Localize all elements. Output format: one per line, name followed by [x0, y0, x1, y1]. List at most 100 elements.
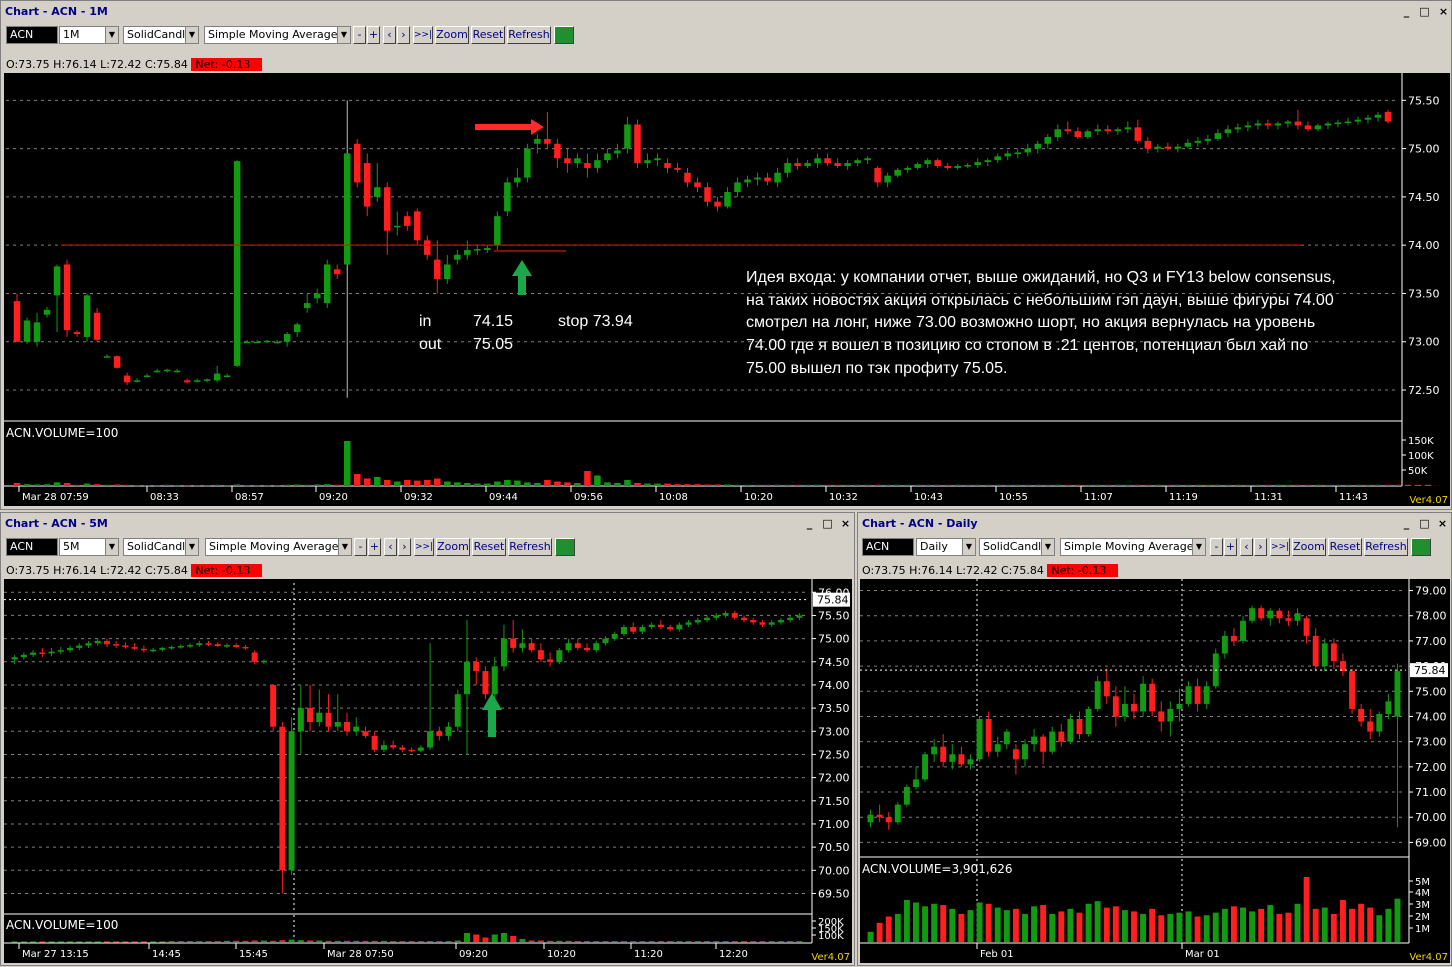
- scroll-end-button[interactable]: >>|: [414, 538, 434, 556]
- open-value: O:73.75: [6, 564, 50, 577]
- dropdown-arrow-icon[interactable]: ▼: [105, 27, 118, 43]
- volume-bar: [67, 941, 74, 943]
- link-icon[interactable]: [1411, 538, 1431, 556]
- volume-bar: [1394, 484, 1402, 486]
- candle-body: [83, 295, 91, 337]
- dropdown-arrow-icon[interactable]: ▼: [1041, 539, 1054, 555]
- candle-body: [1284, 121, 1292, 124]
- candle-body: [1094, 129, 1102, 132]
- candle-body: [1204, 138, 1212, 141]
- candle-body: [316, 712, 323, 723]
- scroll-right-button[interactable]: ›: [398, 538, 411, 556]
- candle-body: [473, 661, 480, 672]
- close-icon[interactable]: ×: [1437, 5, 1450, 18]
- volume-bar: [196, 941, 203, 943]
- volume-bar: [205, 941, 212, 943]
- window-titlebar[interactable]: Chart - ACN - Daily _ □ ×: [858, 513, 1451, 535]
- dropdown-arrow-icon[interactable]: ▼: [1192, 539, 1205, 555]
- indicator-select[interactable]: Simple Moving Average ▼: [1060, 538, 1206, 556]
- candle-body: [39, 652, 46, 655]
- interval-select[interactable]: Daily ▼: [916, 538, 976, 556]
- high-value: H:76.14: [53, 564, 97, 577]
- close-icon[interactable]: ×: [1436, 517, 1449, 530]
- chart-style-select[interactable]: SolidCandle ▼: [123, 538, 199, 556]
- candle-body: [1321, 643, 1328, 667]
- time-tick-label: 10:43: [914, 492, 943, 503]
- scroll-left-button[interactable]: ‹: [384, 538, 397, 556]
- reset-button[interactable]: Reset: [1328, 538, 1362, 556]
- chart-area-daily[interactable]: 79.0078.0077.0076.0075.0074.0073.0072.00…: [860, 579, 1450, 963]
- indicator-select[interactable]: Simple Moving Average ▼: [205, 538, 352, 556]
- volume-bar: [985, 903, 992, 942]
- reset-button[interactable]: Reset: [472, 538, 506, 556]
- volume-bar: [885, 916, 892, 942]
- minimize-icon[interactable]: _: [1400, 5, 1413, 18]
- chart-style-select[interactable]: SolidCandle ▼: [979, 538, 1055, 556]
- refresh-button[interactable]: Refresh: [507, 26, 551, 44]
- dropdown-arrow-icon[interactable]: ▼: [337, 27, 350, 43]
- price-tick-label: 71.50: [818, 795, 850, 808]
- price-chart-svg[interactable]: 79.0078.0077.0076.0075.0074.0073.0072.00…: [860, 579, 1450, 963]
- chart-style-select[interactable]: SolidCandle ▼: [123, 26, 199, 44]
- scroll-right-button[interactable]: ›: [397, 26, 410, 44]
- dropdown-arrow-icon[interactable]: ▼: [338, 539, 351, 555]
- maximize-icon[interactable]: □: [1418, 517, 1431, 530]
- zoom-button[interactable]: Zoom: [436, 538, 470, 556]
- zoom-in-button[interactable]: +: [1224, 538, 1237, 556]
- candle-body: [1285, 618, 1292, 621]
- chart-window-1m: Chart - ACN - 1M _ □ × ACN 1M ▼ SolidCand…: [0, 0, 1452, 510]
- candle-body: [713, 615, 720, 618]
- scroll-right-button[interactable]: ›: [1254, 538, 1267, 556]
- refresh-button[interactable]: Refresh: [1364, 538, 1408, 556]
- symbol-input[interactable]: ACN: [6, 538, 58, 556]
- reset-button[interactable]: Reset: [471, 26, 505, 44]
- scroll-end-button[interactable]: >>|: [413, 26, 433, 44]
- volume-tick-label: 150K: [1408, 436, 1434, 447]
- indicator-select[interactable]: Simple Moving Average ▼: [204, 26, 351, 44]
- candle-body: [1184, 142, 1192, 147]
- zoom-in-button[interactable]: +: [368, 538, 381, 556]
- dropdown-arrow-icon[interactable]: ▼: [105, 539, 118, 555]
- close-icon[interactable]: ×: [839, 517, 852, 530]
- window-titlebar[interactable]: Chart - ACN - 1M _ □ ×: [1, 1, 1451, 23]
- candle-body: [33, 322, 41, 342]
- candle-body: [63, 264, 71, 331]
- dropdown-arrow-icon[interactable]: ▼: [185, 539, 198, 555]
- zoom-button[interactable]: Zoom: [1292, 538, 1326, 556]
- link-icon[interactable]: [554, 26, 574, 44]
- indicator-value: Simple Moving Average: [209, 540, 339, 553]
- window-titlebar[interactable]: Chart - ACN - 5M _ □ ×: [1, 513, 854, 535]
- dropdown-arrow-icon[interactable]: ▼: [962, 539, 975, 555]
- refresh-button[interactable]: Refresh: [508, 538, 552, 556]
- maximize-icon[interactable]: □: [821, 517, 834, 530]
- volume-bar: [1374, 484, 1382, 486]
- scroll-left-button[interactable]: ‹: [1240, 538, 1253, 556]
- price-chart-svg[interactable]: 76.0075.5075.0074.5074.0073.5073.0072.50…: [4, 579, 852, 963]
- link-icon[interactable]: [555, 538, 575, 556]
- dropdown-arrow-icon[interactable]: ▼: [185, 27, 198, 43]
- zoom-out-button[interactable]: -: [354, 538, 367, 556]
- volume-bar: [514, 480, 521, 486]
- version-label: Ver4.07: [811, 952, 850, 963]
- scroll-end-button[interactable]: >>|: [1270, 538, 1290, 556]
- scroll-left-button[interactable]: ‹: [383, 26, 396, 44]
- volume-bar: [1258, 908, 1265, 942]
- chart-area-5m[interactable]: 76.0075.5075.0074.5074.0073.5073.0072.50…: [4, 579, 852, 963]
- candle-body: [759, 622, 766, 625]
- zoom-out-button[interactable]: -: [353, 26, 366, 44]
- candle-body: [514, 177, 521, 183]
- symbol-input[interactable]: ACN: [6, 26, 58, 44]
- candle-body: [777, 620, 784, 623]
- symbol-input[interactable]: ACN: [862, 538, 914, 556]
- minimize-icon[interactable]: _: [1400, 517, 1413, 530]
- minimize-icon[interactable]: _: [803, 517, 816, 530]
- volume-bar: [364, 478, 371, 486]
- zoom-in-button[interactable]: +: [367, 26, 380, 44]
- zoom-button[interactable]: Zoom: [435, 26, 469, 44]
- maximize-icon[interactable]: □: [1418, 5, 1431, 18]
- interval-select[interactable]: 5M ▼: [59, 538, 119, 556]
- zoom-out-button[interactable]: -: [1210, 538, 1223, 556]
- volume-bar: [644, 483, 651, 486]
- interval-select[interactable]: 1M ▼: [59, 26, 119, 44]
- candle-body: [1054, 129, 1062, 138]
